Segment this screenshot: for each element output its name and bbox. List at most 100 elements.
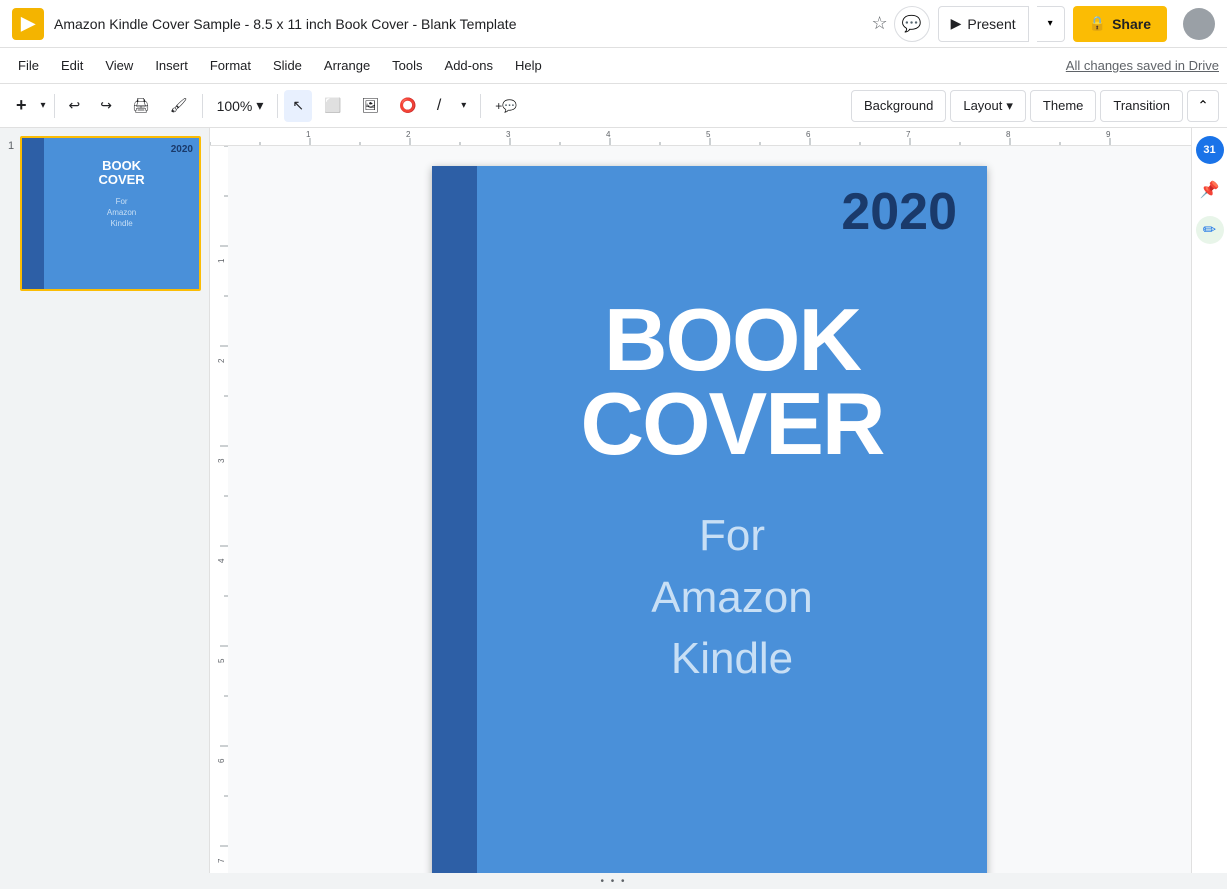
slide-number: 1 <box>8 136 14 152</box>
toolbar-right: Background Layout ▾ Theme Transition ⌃ <box>851 90 1219 122</box>
app-icon: ▶ <box>12 8 44 40</box>
svg-text:4: 4 <box>217 558 226 563</box>
slide-thumb-container: 1 2020 BOOKCOVER ForAmazonKindle <box>8 136 201 291</box>
image-tool[interactable]: 🖼 <box>354 90 388 122</box>
main-area: 1 2020 BOOKCOVER ForAmazonKindle <box>0 128 1227 873</box>
svg-text:9: 9 <box>1106 130 1111 139</box>
theme-label: Theme <box>1043 98 1083 113</box>
present-icon: ▶ <box>951 15 962 32</box>
slide-book-title[interactable]: BOOK COVER <box>507 298 957 465</box>
present-button[interactable]: ▶ Present <box>938 6 1029 42</box>
svg-text:5: 5 <box>217 658 226 663</box>
slide-main: 2020 BOOK COVER For Amazon Kindle <box>477 166 987 873</box>
background-button[interactable]: Background <box>851 90 946 122</box>
divider-3 <box>277 94 278 118</box>
thumb-subtitle-text: ForAmazonKindle <box>107 197 136 228</box>
right-sidebar: 31 📌 ✏ <box>1191 128 1227 873</box>
collapse-button[interactable]: ⌃ <box>1187 90 1219 122</box>
slide-thumbnail[interactable]: 2020 BOOKCOVER ForAmazonKindle <box>20 136 201 291</box>
bottom-handle[interactable]: • • • <box>0 873 1227 889</box>
menu-arrange[interactable]: Arrange <box>314 54 380 77</box>
svg-text:3: 3 <box>217 458 226 463</box>
changes-saved: All changes saved in Drive <box>1066 58 1219 73</box>
divider-1 <box>54 94 55 118</box>
transition-button[interactable]: Transition <box>1100 90 1183 122</box>
avatar[interactable] <box>1183 8 1215 40</box>
slide-subtitle-line1: For <box>699 511 765 560</box>
shape-tool[interactable]: ⭕ <box>391 90 424 122</box>
slide-panel: 1 2020 BOOKCOVER ForAmazonKindle <box>0 128 210 873</box>
add-dropdown[interactable]: ▾ <box>39 90 48 122</box>
pin-icon[interactable]: 📌 <box>1196 176 1224 204</box>
document-title: Amazon Kindle Cover Sample - 8.5 x 11 in… <box>54 16 871 32</box>
zoom-dropdown-icon: ▾ <box>256 97 263 114</box>
present-label: Present <box>967 16 1015 32</box>
divider-4 <box>480 94 481 118</box>
slide-subtitle-line3: Kindle <box>671 634 793 683</box>
slide-subtitle-line2: Amazon <box>651 573 812 622</box>
handle-dots: • • • <box>600 876 626 887</box>
menu-help[interactable]: Help <box>505 54 552 77</box>
layout-arrow-icon: ▾ <box>1006 98 1013 114</box>
select-tool[interactable]: ⬜ <box>316 90 349 122</box>
slide-year[interactable]: 2020 <box>507 186 957 238</box>
zoom-value: 100% <box>217 98 253 114</box>
layout-button[interactable]: Layout ▾ <box>950 90 1026 122</box>
svg-text:7: 7 <box>217 858 226 863</box>
menu-tools[interactable]: Tools <box>382 54 432 77</box>
thumb-title: BOOKCOVER <box>50 159 193 188</box>
svg-text:4: 4 <box>606 130 611 139</box>
thumb-spine <box>22 138 44 289</box>
header-buttons: 💬 ▶ Present ▾ 🔒 Share <box>894 6 1215 42</box>
svg-text:6: 6 <box>806 130 811 139</box>
thumb-subtitle: ForAmazonKindle <box>50 196 193 230</box>
canvas-area[interactable]: 2020 BOOK COVER For Amazon Kindle <box>228 146 1191 873</box>
comment-tool[interactable]: +💬 <box>487 90 525 122</box>
svg-text:6: 6 <box>217 758 226 763</box>
background-label: Background <box>864 98 933 113</box>
thumb-content: 2020 BOOKCOVER ForAmazonKindle <box>44 138 199 289</box>
svg-text:1: 1 <box>217 258 226 263</box>
present-dropdown[interactable]: ▾ <box>1037 6 1065 42</box>
menu-file[interactable]: File <box>8 54 49 77</box>
edit-icon[interactable]: ✏ <box>1196 216 1224 244</box>
share-button[interactable]: 🔒 Share <box>1073 6 1167 42</box>
undo-button[interactable]: ↩ <box>61 90 89 122</box>
svg-text:2: 2 <box>217 358 226 363</box>
comments-button[interactable]: 💬 <box>894 6 930 42</box>
zoom-control[interactable]: 100% ▾ <box>209 90 272 122</box>
ruler-vertical: 1 2 3 4 5 <box>210 146 228 873</box>
line-tool[interactable]: / <box>429 90 449 122</box>
menu-format[interactable]: Format <box>200 54 261 77</box>
thumb-year: 2020 <box>50 144 193 155</box>
thumb-title-text: BOOKCOVER <box>98 158 144 187</box>
layout-label: Layout <box>963 98 1002 113</box>
toolbar: + ▾ ↩ ↪ 🖨 🖌 100% ▾ ↖ ⬜ 🖼 ⭕ / ▾ +💬 Backgr… <box>0 84 1227 128</box>
add-button[interactable]: + <box>8 90 35 122</box>
slide-subtitle[interactable]: For Amazon Kindle <box>507 505 957 690</box>
menu-insert[interactable]: Insert <box>145 54 198 77</box>
transition-label: Transition <box>1113 98 1170 113</box>
lock-icon: 🔒 <box>1089 15 1106 32</box>
svg-text:2: 2 <box>406 130 411 139</box>
slide-title-line2: COVER <box>581 374 884 473</box>
divider-2 <box>202 94 203 118</box>
theme-button[interactable]: Theme <box>1030 90 1096 122</box>
star-icon[interactable]: ☆ <box>871 13 887 34</box>
menu-view[interactable]: View <box>95 54 143 77</box>
editor-content: 1 2 3 4 5 <box>210 146 1191 873</box>
menu-bar: File Edit View Insert Format Slide Arran… <box>0 48 1227 84</box>
paint-button[interactable]: 🖌 <box>162 90 196 122</box>
title-bar: ▶ Amazon Kindle Cover Sample - 8.5 x 11 … <box>0 0 1227 48</box>
menu-edit[interactable]: Edit <box>51 54 93 77</box>
svg-text:8: 8 <box>1006 130 1011 139</box>
cursor-tool[interactable]: ↖ <box>284 90 312 122</box>
more-tools[interactable]: ▾ <box>453 90 474 122</box>
calendar-icon[interactable]: 31 <box>1196 136 1224 164</box>
print-button[interactable]: 🖨 <box>124 90 158 122</box>
menu-addons[interactable]: Add-ons <box>435 54 503 77</box>
slide-spine <box>432 166 477 873</box>
redo-button[interactable]: ↪ <box>92 90 120 122</box>
menu-slide[interactable]: Slide <box>263 54 312 77</box>
slide-canvas[interactable]: 2020 BOOK COVER For Amazon Kindle <box>432 166 987 873</box>
